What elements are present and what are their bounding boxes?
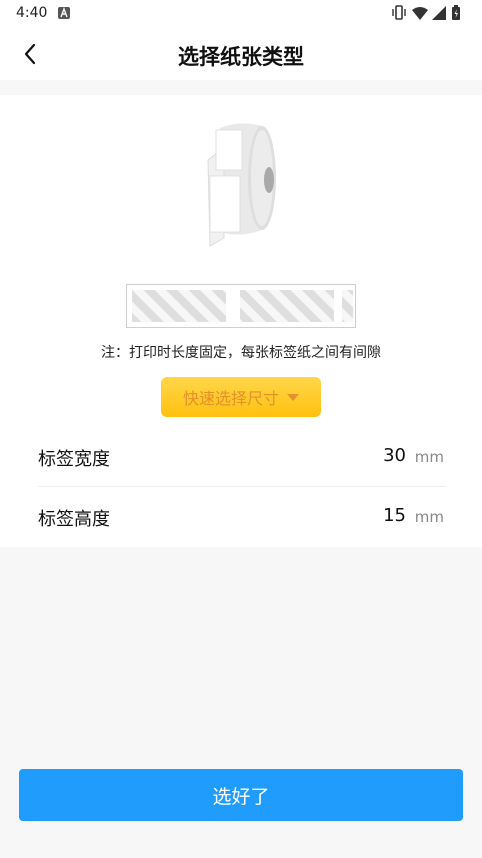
status-time: 4:40 xyxy=(16,5,48,21)
label-strip-icon xyxy=(126,284,356,328)
triangle-down-icon xyxy=(287,393,299,401)
label-height-row[interactable]: 标签高度 15 mm xyxy=(38,488,446,546)
fixed-length-note: 注：打印时长度固定，每张标签纸之间有间隙 xyxy=(101,345,381,361)
label-width-row[interactable]: 标签宽度 30 mm xyxy=(38,428,446,487)
label-height-unit: mm xyxy=(414,508,444,526)
label-roll-icon xyxy=(207,123,276,247)
status-icons xyxy=(392,5,460,20)
status-bar: 4:40 xyxy=(0,0,482,28)
vibrate-icon xyxy=(392,5,406,20)
label-height-label: 标签高度 xyxy=(38,509,110,530)
page-title: 选择纸张类型 xyxy=(178,45,304,69)
quick-select-label: 快速选择尺寸 xyxy=(182,389,279,408)
confirm-button[interactable]: 选好了 xyxy=(19,769,463,821)
wifi-icon xyxy=(412,7,428,20)
app-notification-icon xyxy=(58,7,70,19)
label-width-label: 标签宽度 xyxy=(38,449,110,470)
label-width-unit: mm xyxy=(414,448,444,466)
battery-icon xyxy=(452,5,460,20)
label-width-value[interactable]: 30 xyxy=(383,445,406,466)
nav-bar: 选择纸张类型 xyxy=(0,28,482,80)
label-height-value[interactable]: 15 xyxy=(383,505,406,526)
quick-select-size-button[interactable]: 快速选择尺寸 xyxy=(161,377,321,417)
signal-icon xyxy=(432,6,446,20)
